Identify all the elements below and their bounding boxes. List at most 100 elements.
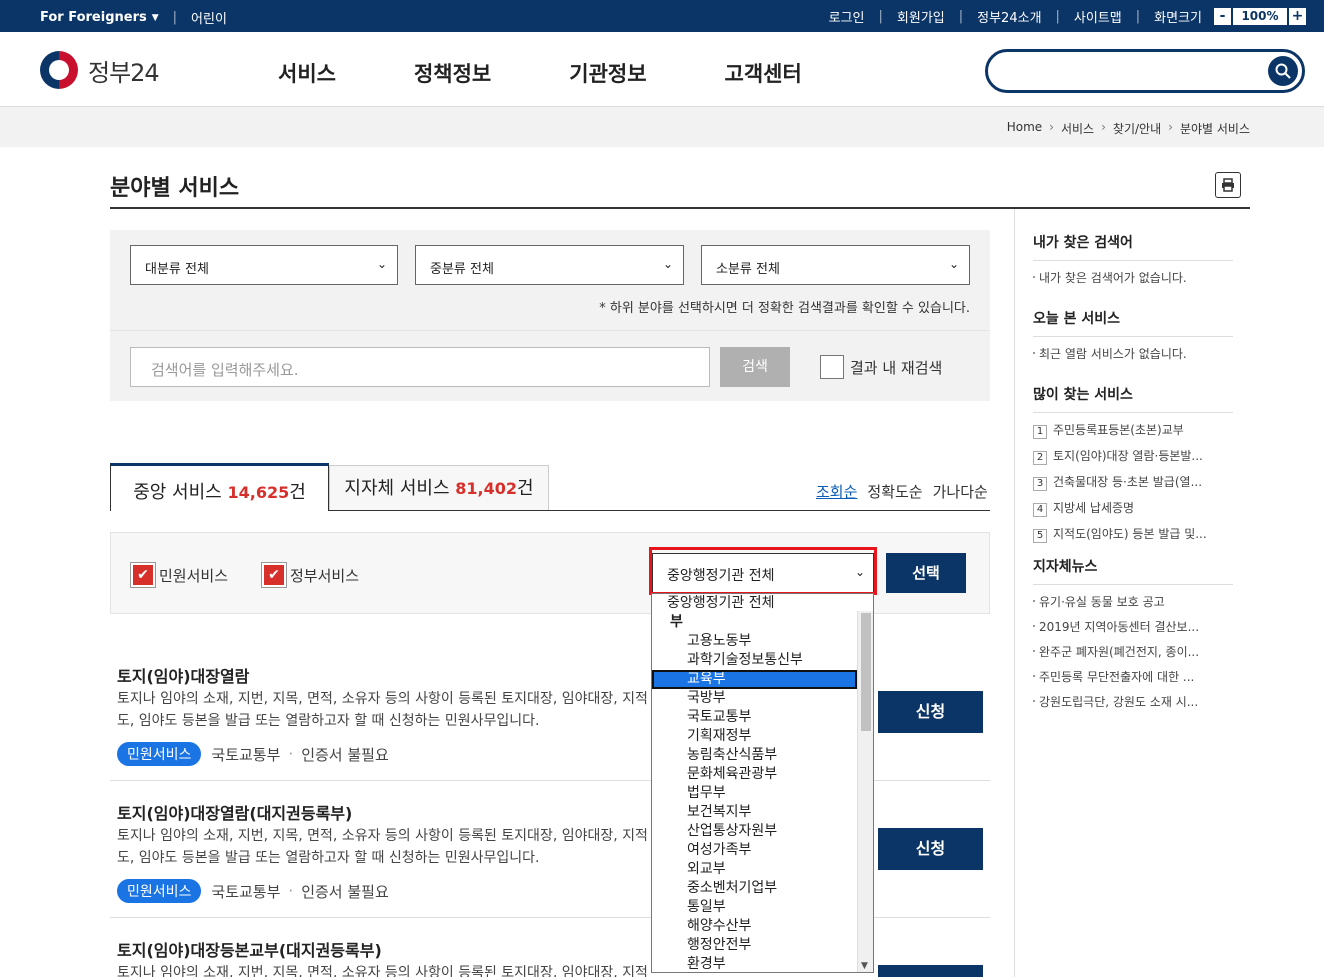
breadcrumb-find[interactable]: 찾기/안내 (1113, 120, 1161, 137)
printer-icon (1222, 178, 1234, 192)
dropdown-option[interactable]: 행정안전부 (652, 936, 873, 955)
sort-alpha[interactable]: 가나다순 (933, 481, 988, 502)
service-title[interactable]: 토지(임야)대장등본교부(대지권등록부) (117, 937, 382, 961)
breadcrumb-home[interactable]: Home (1007, 120, 1042, 137)
sidebar-heading: 오늘 본 서비스 (1033, 308, 1233, 337)
page-title: 분야별 서비스 (110, 176, 240, 201)
about-link[interactable]: 정부24소개 (977, 7, 1041, 26)
service-org: 국토교통부 (211, 882, 281, 901)
popular-item[interactable]: 4 지방세 납세증명 (1033, 499, 1233, 517)
dropdown-option[interactable]: 법무부 (652, 784, 873, 803)
service-title[interactable]: 토지(임야)대장열람 (117, 663, 249, 687)
popular-item[interactable]: 5 지적도(임야도) 등본 발급 및... (1033, 525, 1233, 543)
signup-link[interactable]: 회원가입 (897, 7, 945, 26)
checkmark-icon: ✔ (261, 562, 287, 588)
site-header: 정부24 서비스 정책정보 기관정보 고객센터 (0, 32, 1324, 107)
service-title[interactable]: 토지(임야)대장열람(대지권등록부) (117, 800, 352, 824)
dropdown-option[interactable]: 농림축산식품부 (652, 746, 873, 765)
nav-agency[interactable]: 기관정보 (569, 58, 646, 88)
sidebar-heading: 내가 찾은 검색어 (1033, 232, 1233, 261)
filter-panel: 대분류 전체 ⌄ 중분류 전체 ⌄ 소분류 전체 ⌄ * 하위 분야를 선택하시면 더… (110, 230, 990, 401)
tab-central-services[interactable]: 중앙 서비스 14,625건 (110, 463, 329, 511)
dropdown-option[interactable]: 중앙행정기관 전체 (652, 594, 873, 613)
zoom-value: 100% (1233, 8, 1287, 25)
news-item[interactable]: 유기·유실 동물 보호 공고 (1033, 593, 1233, 610)
dropdown-option[interactable]: 해양수산부 (652, 917, 873, 936)
minor-category-select[interactable]: 소분류 전체 ⌄ (701, 245, 970, 285)
keyword-input[interactable]: 검색어를 입력해주세요. (130, 347, 710, 387)
chevron-right-icon: › (1049, 120, 1054, 134)
dropdown-option[interactable]: 국토교통부 (652, 708, 873, 727)
print-button[interactable] (1215, 172, 1241, 198)
research-checkbox[interactable]: 결과 내 재검색 (820, 355, 942, 379)
sort-views[interactable]: 조회순 (816, 481, 857, 502)
screen-size-label: 화면크기 (1154, 11, 1202, 26)
dropdown-option[interactable]: 과학기술정보통신부 (652, 651, 873, 670)
chevron-down-icon: ⌄ (948, 257, 959, 271)
breadcrumb-services[interactable]: 서비스 (1061, 120, 1094, 137)
service-type-badge: 민원서비스 (117, 742, 202, 766)
filter-hint: * 하위 분야를 선택하시면 더 정확한 검색결과를 확인할 수 있습니다. (599, 301, 970, 316)
apply-button[interactable]: 신청 (878, 691, 983, 733)
dropdown-option[interactable]: 고용노동부 (652, 632, 873, 651)
service-cert: 인증서 불필요 (301, 882, 389, 901)
popular-item[interactable]: 2 토지(임야)대장 열람·등본발... (1033, 447, 1233, 465)
local-count: 81,402 (455, 479, 517, 498)
nav-policy[interactable]: 정책정보 (414, 58, 491, 88)
global-search-input[interactable] (985, 49, 1305, 93)
search-icon (1275, 63, 1291, 79)
site-logo[interactable]: 정부24 (40, 51, 160, 89)
login-link[interactable]: 로그인 (829, 7, 865, 26)
scrollbar-thumb[interactable] (861, 613, 871, 731)
nav-support[interactable]: 고객센터 (725, 58, 802, 88)
dropdown-option[interactable]: 외교부 (652, 860, 873, 879)
chevron-down-icon: ⌄ (662, 257, 673, 271)
central-count: 14,625 (227, 483, 290, 502)
kids-link[interactable]: 어린이 (191, 8, 227, 27)
search-button[interactable] (1268, 56, 1298, 86)
for-foreigners-link[interactable]: For Foreigners (40, 10, 147, 25)
agency-select-button[interactable]: 선택 (886, 553, 966, 593)
title-divider (110, 207, 1250, 209)
gov-service-checkbox[interactable]: ✔ 정부서비스 (261, 562, 359, 588)
apply-button[interactable]: 신청 (878, 965, 983, 977)
service-desc: 토지나 임야의 소재, 지번, 지목, 면적, 소유자 등의 사항이 등록된 토… (117, 828, 648, 866)
dropdown-option[interactable]: 교육부 (652, 670, 857, 689)
nav-services[interactable]: 서비스 (278, 58, 336, 88)
agency-dropdown-list[interactable]: 중앙행정기관 전체 부 고용노동부 과학기술정보통신부 교육부 국방부 국토교통부 기획재정부… (651, 593, 874, 973)
civil-service-checkbox[interactable]: ✔ 민원서비스 (130, 562, 228, 588)
tab-local-services[interactable]: 지자체 서비스 81,402건 (329, 465, 549, 510)
dropdown-option[interactable]: 환경부 (652, 955, 873, 972)
sidebar-news: 지자체뉴스 유기·유실 동물 보호 공고 2019년 지역아동센터 결산보...… (1033, 556, 1233, 710)
news-item[interactable]: 강원도립극단, 강원도 소재 시... (1033, 693, 1233, 710)
sidebar-heading: 많이 찾는 서비스 (1033, 384, 1233, 413)
major-category-select[interactable]: 대분류 전체 ⌄ (130, 245, 398, 285)
sort-accuracy[interactable]: 정확도순 (867, 481, 922, 502)
middle-category-select[interactable]: 중분류 전체 ⌄ (415, 245, 684, 285)
dropdown-option[interactable]: 통일부 (652, 898, 873, 917)
chevron-right-icon: › (1168, 120, 1173, 134)
dropdown-option[interactable]: 중소벤처기업부 (652, 879, 873, 898)
sitemap-link[interactable]: 사이트맵 (1074, 7, 1122, 26)
keyword-search-button[interactable]: 검색 (720, 347, 790, 387)
scroll-down-arrow-icon[interactable]: ▼ (861, 961, 868, 971)
news-item[interactable]: 주민등록 무단전출자에 대한 ... (1033, 668, 1233, 685)
dropdown-option[interactable]: 국방부 (652, 689, 873, 708)
dropdown-option[interactable]: 기획재정부 (652, 727, 873, 746)
dropdown-option[interactable]: 여성가족부 (652, 841, 873, 860)
dropdown-option[interactable]: 보건복지부 (652, 803, 873, 822)
popular-item[interactable]: 1 주민등록표등본(초본)교부 (1033, 421, 1233, 439)
zoom-in-button[interactable]: + (1289, 8, 1306, 25)
news-item[interactable]: 2019년 지역아동센터 결산보... (1033, 618, 1233, 635)
dropdown-option[interactable]: 문화체육관광부 (652, 765, 873, 784)
news-item[interactable]: 완주군 폐자원(폐건전지, 종이... (1033, 643, 1233, 660)
sidebar-empty-text: 최근 열람 서비스가 없습니다. (1033, 345, 1233, 362)
dropdown-option[interactable]: 부 (652, 613, 873, 632)
dropdown-option[interactable]: 산업통상자원부 (652, 822, 873, 841)
sidebar-empty-text: 내가 찾은 검색어가 없습니다. (1033, 269, 1233, 286)
popular-item[interactable]: 3 건축물대장 등·초본 발급(열... (1033, 473, 1233, 491)
dropdown-scrollbar[interactable]: ▼ (857, 611, 873, 972)
zoom-out-button[interactable]: - (1214, 8, 1231, 25)
apply-button[interactable]: 신청 (878, 828, 983, 870)
sidebar-divider (1014, 209, 1015, 977)
